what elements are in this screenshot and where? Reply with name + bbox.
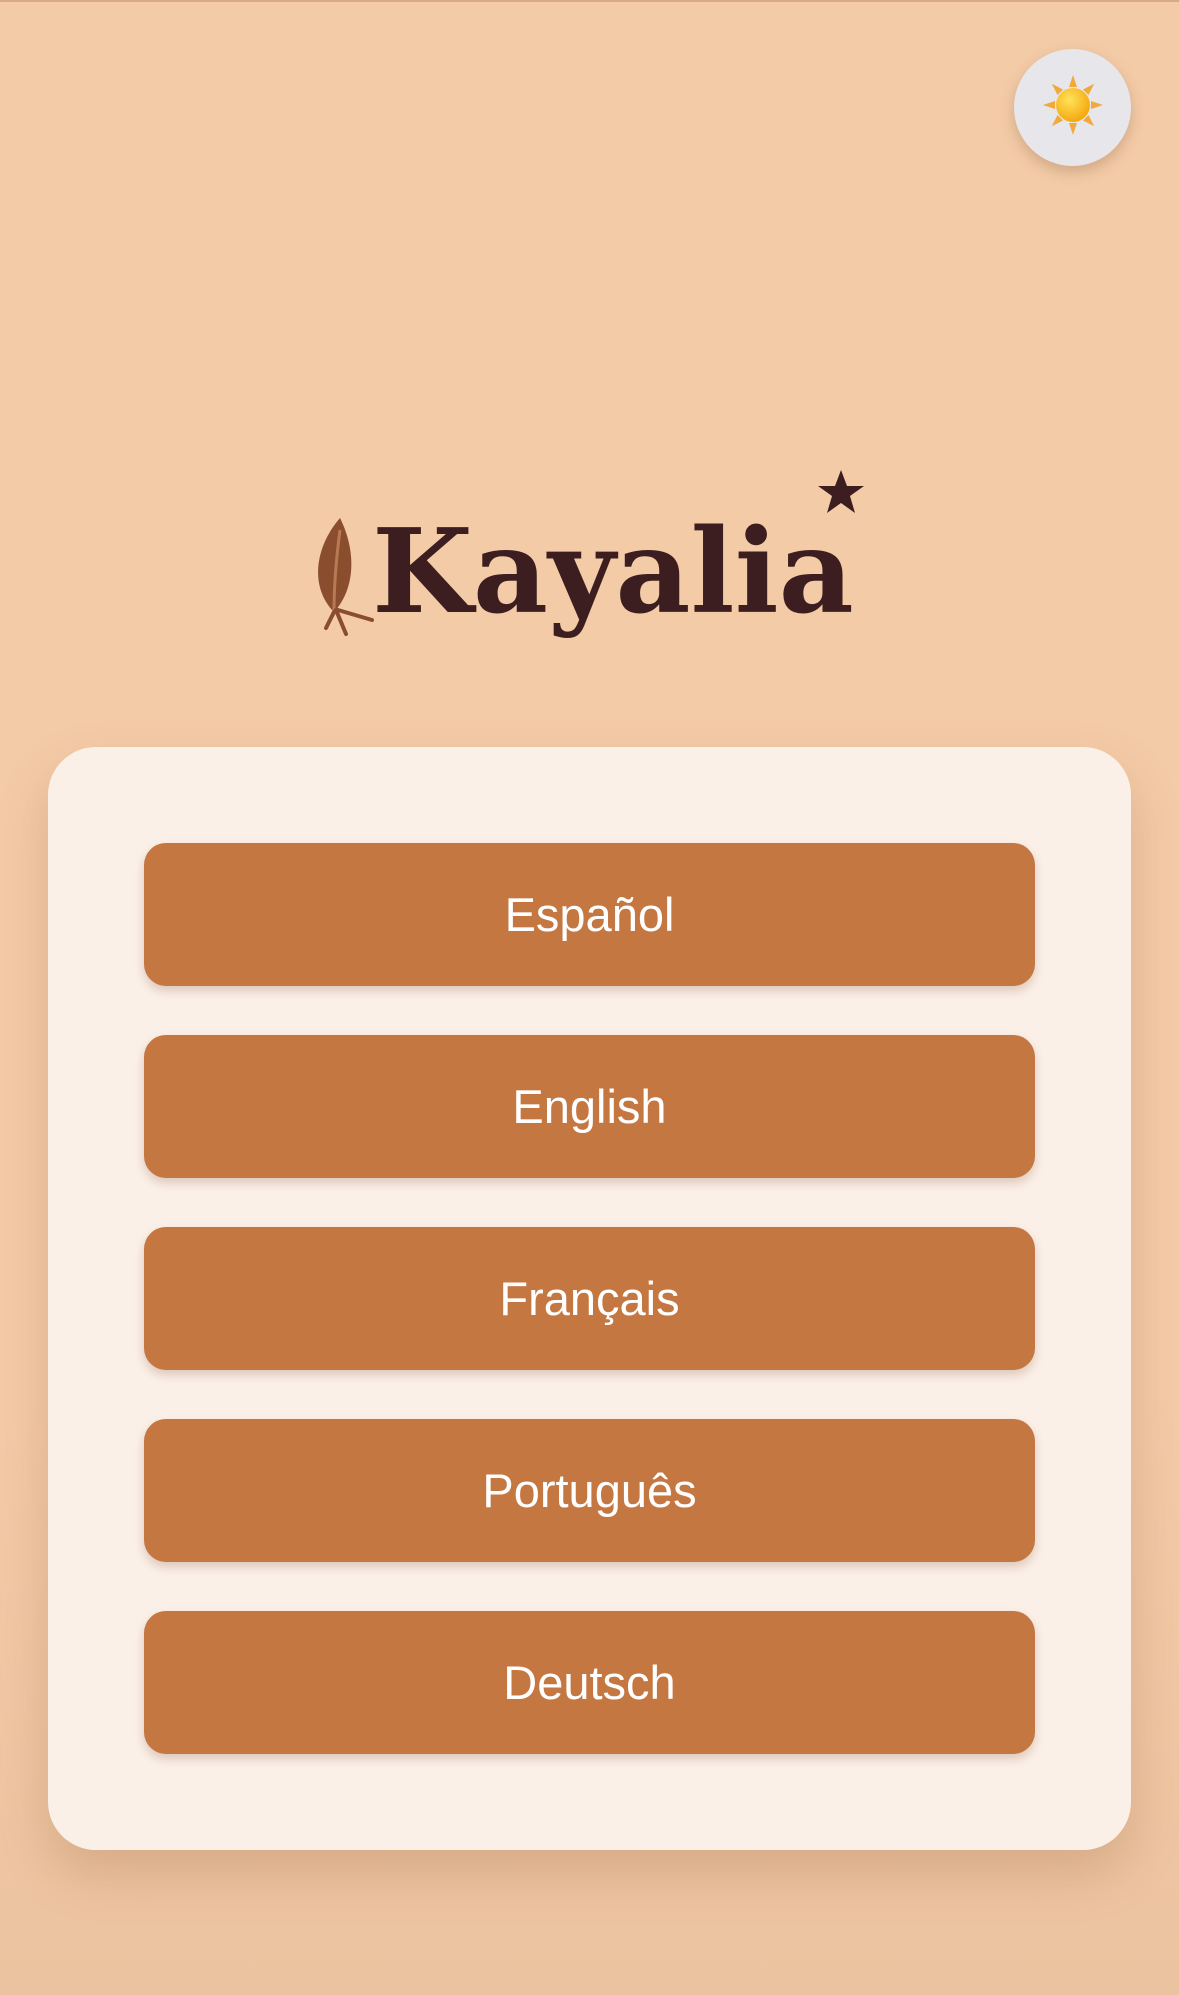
language-card: Español English Français Português Deuts…	[48, 747, 1131, 1850]
language-button-deutsch[interactable]: Deutsch	[144, 1611, 1035, 1754]
theme-toggle-button[interactable]	[1014, 49, 1131, 166]
language-button-english[interactable]: English	[144, 1035, 1035, 1178]
language-button-portugues[interactable]: Português	[144, 1419, 1035, 1562]
top-border	[0, 0, 1179, 2]
leaf-icon	[318, 518, 374, 636]
language-button-espanol[interactable]: Español	[144, 843, 1035, 986]
kayalia-logo: Kayalia	[300, 460, 880, 660]
logo-wordmark: Kayalia	[372, 504, 854, 640]
language-button-francais[interactable]: Français	[144, 1227, 1035, 1370]
sun-icon	[1041, 73, 1105, 142]
